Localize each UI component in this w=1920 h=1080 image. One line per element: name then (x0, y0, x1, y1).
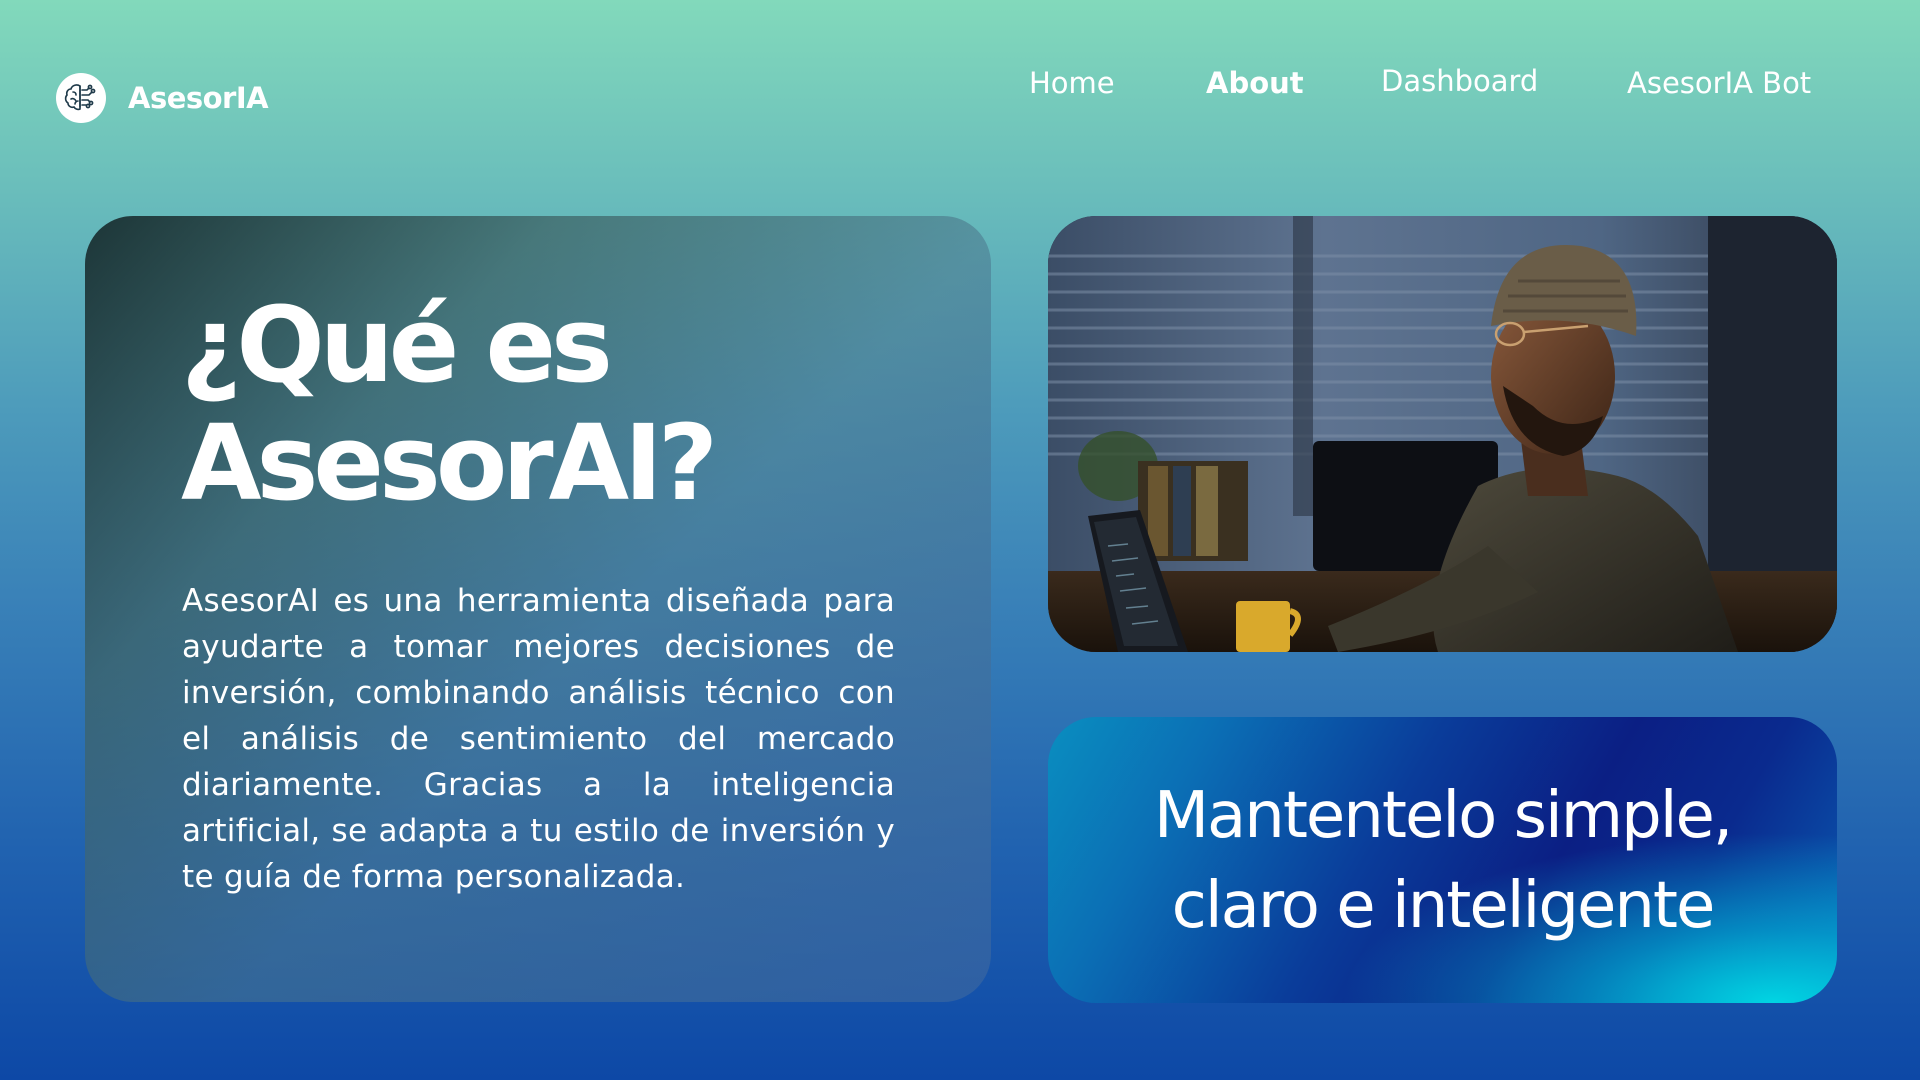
about-info-card: ¿Qué es AsesorAI? AsesorAI es una herram… (85, 216, 991, 1002)
nav-item-home[interactable]: Home (1029, 66, 1115, 100)
page-title: ¿Qué es AsesorAI? (181, 284, 718, 524)
man-with-beanie-working-on-laptop-photo (1048, 216, 1837, 652)
main-nav: Home About Dashboard AsesorIA Bot (0, 64, 1920, 106)
about-description: AsesorAI es una herramienta diseñada par… (182, 583, 895, 895)
slogan-text: Mantentelo simple, claro e inteligente (1153, 779, 1733, 943)
slogan-card: Mantentelo simple, claro e inteligente (1048, 717, 1837, 1003)
nav-item-about[interactable]: About (1206, 66, 1304, 100)
nav-item-dashboard[interactable]: Dashboard (1381, 64, 1538, 98)
nav-item-asesoria-bot[interactable]: AsesorIA Bot (1627, 66, 1811, 100)
